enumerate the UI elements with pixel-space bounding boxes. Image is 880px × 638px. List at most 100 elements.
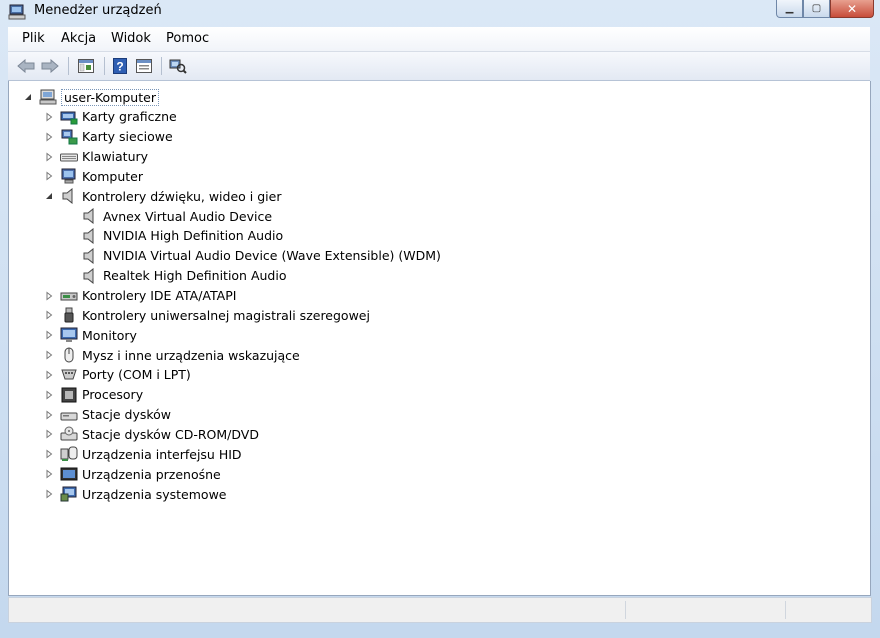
tree-category[interactable]: Karty graficzne — [44, 107, 177, 127]
tree-device[interactable]: NVIDIA Virtual Audio Device (Wave Extens… — [81, 246, 441, 266]
device-label: NVIDIA High Definition Audio — [103, 228, 284, 244]
category-label: Komputer — [82, 168, 143, 184]
disk-drive-icon — [60, 412, 78, 421]
expand-arrow-icon[interactable] — [44, 112, 54, 122]
show-hide-tree-button[interactable] — [76, 56, 96, 76]
expand-arrow-icon[interactable] — [44, 330, 54, 340]
ide-controller-icon — [60, 292, 78, 300]
status-segment — [785, 601, 786, 619]
expand-arrow-icon[interactable] — [44, 370, 54, 380]
tree-category[interactable]: Kontrolery uniwersalnej magistrali szere… — [44, 305, 370, 325]
computer-root-icon — [39, 89, 57, 105]
monitor-icon — [60, 327, 78, 343]
tree-category[interactable]: Urządzenia interfejsu HID — [44, 444, 242, 464]
speaker-icon — [83, 267, 94, 284]
expand-arrow-icon[interactable] — [44, 350, 54, 360]
category-label: Stacje dysków — [82, 407, 172, 423]
tree-device[interactable]: Avnex Virtual Audio Device — [81, 206, 272, 226]
expand-arrow-icon[interactable] — [44, 290, 54, 301]
scan-hardware-icon — [169, 59, 187, 74]
status-segment — [625, 601, 626, 619]
speaker-icon — [83, 247, 94, 264]
minimize-icon: ▁ — [785, 3, 794, 14]
collapse-arrow-icon[interactable] — [23, 92, 33, 102]
close-icon: ✕ — [846, 1, 858, 16]
menu-widok[interactable]: Widok — [111, 31, 151, 46]
scan-hardware-button[interactable] — [168, 56, 188, 76]
usb-icon — [64, 307, 74, 323]
system-device-icon — [60, 486, 77, 502]
category-label: Procesory — [82, 387, 144, 403]
cdrom-icon — [60, 426, 78, 441]
tree-category[interactable]: Komputer — [44, 166, 143, 186]
forward-icon — [41, 59, 59, 73]
tree-category[interactable]: Procesory — [44, 385, 143, 405]
tree-root[interactable]: user-Komputer — [23, 87, 159, 107]
show-hide-tree-icon — [78, 59, 94, 73]
device-label: NVIDIA Virtual Audio Device (Wave Extens… — [103, 248, 441, 264]
expand-arrow-icon[interactable] — [44, 449, 54, 459]
properties-button[interactable] — [134, 56, 154, 76]
svg-text:?: ? — [116, 60, 123, 74]
menu-akcja[interactable]: Akcja — [61, 31, 96, 46]
expand-arrow-icon[interactable] — [44, 410, 54, 420]
title-bar[interactable]: Menedżer urządzeń ▁ ▢ ✕ — [0, 0, 880, 24]
help-button[interactable]: ? — [110, 56, 130, 76]
category-label: Urządzenia przenośne — [82, 466, 221, 482]
expand-arrow-icon[interactable] — [44, 171, 54, 181]
display-adapter-icon — [60, 111, 78, 125]
back-button[interactable] — [16, 56, 36, 76]
menu-pomoc[interactable]: Pomoc — [166, 31, 209, 46]
tree-category[interactable]: Kontrolery IDE ATA/ATAPI — [44, 286, 236, 306]
tree-category[interactable]: Mysz i inne urządzenia wskazujące — [44, 345, 300, 365]
category-label: Porty (COM i LPT) — [82, 367, 191, 383]
back-icon — [17, 59, 35, 73]
properties-icon — [136, 59, 152, 73]
expand-arrow-icon[interactable] — [44, 429, 54, 439]
maximize-icon: ▢ — [811, 3, 822, 14]
tree-category[interactable]: Urządzenia przenośne — [44, 464, 221, 484]
tree-device[interactable]: NVIDIA High Definition Audio — [81, 226, 283, 246]
device-tree[interactable]: user-Komputer Karty graficzne Karty sieci… — [8, 81, 871, 596]
expand-arrow-icon[interactable] — [44, 310, 54, 320]
category-label: Kontrolery IDE ATA/ATAPI — [82, 288, 237, 303]
expand-arrow-icon[interactable] — [44, 132, 54, 142]
network-adapter-icon — [61, 129, 78, 145]
category-label: Urządzenia interfejsu HID — [82, 446, 242, 462]
device-manager-icon — [8, 4, 26, 20]
device-manager-window: Menedżer urządzeń ▁ ▢ ✕ Plik Akcja Widok… — [0, 0, 880, 638]
status-bar — [8, 597, 872, 623]
tree-category[interactable]: Stacje dysków — [44, 405, 171, 425]
category-label: Mysz i inne urządzenia wskazujące — [82, 347, 300, 363]
close-button[interactable]: ✕ — [830, 0, 874, 18]
forward-button[interactable] — [40, 56, 60, 76]
tree-category[interactable]: Stacje dysków CD-ROM/DVD — [44, 424, 259, 444]
expand-arrow-icon[interactable] — [44, 152, 54, 162]
tree-category[interactable]: Klawiatury — [44, 147, 148, 167]
menu-plik[interactable]: Plik — [22, 31, 45, 46]
device-label: Realtek High Definition Audio — [103, 268, 287, 284]
tree-category[interactable]: Karty sieciowe — [44, 127, 173, 147]
expand-arrow-icon[interactable] — [44, 489, 54, 499]
tree-device[interactable]: Realtek High Definition Audio — [81, 266, 286, 286]
menu-bar: Plik Akcja Widok Pomoc — [8, 27, 870, 52]
speaker-icon — [83, 227, 94, 244]
expand-arrow-icon[interactable] — [44, 469, 54, 479]
device-label: Avnex Virtual Audio Device — [103, 208, 273, 224]
speaker-icon — [62, 188, 73, 205]
tree-category[interactable]: Monitory — [44, 325, 137, 345]
category-label: Monitory — [82, 327, 137, 343]
tree-category[interactable]: Urządzenia systemowe — [44, 484, 226, 504]
category-label: Urządzenia systemowe — [82, 486, 227, 502]
expand-arrow-icon[interactable] — [44, 390, 54, 400]
collapse-arrow-icon[interactable] — [44, 191, 54, 201]
minimize-button[interactable]: ▁ — [776, 0, 803, 18]
keyboard-icon — [60, 153, 78, 162]
speaker-icon — [83, 208, 94, 225]
portable-device-icon — [60, 467, 78, 481]
maximize-button[interactable]: ▢ — [803, 0, 830, 18]
category-label: Stacje dysków CD-ROM/DVD — [82, 426, 259, 442]
tree-category[interactable]: Kontrolery dźwięku, wideo i gier — [44, 186, 281, 206]
category-label: Kontrolery uniwersalnej magistrali szere… — [82, 307, 370, 323]
tree-category[interactable]: Porty (COM i LPT) — [44, 365, 191, 385]
